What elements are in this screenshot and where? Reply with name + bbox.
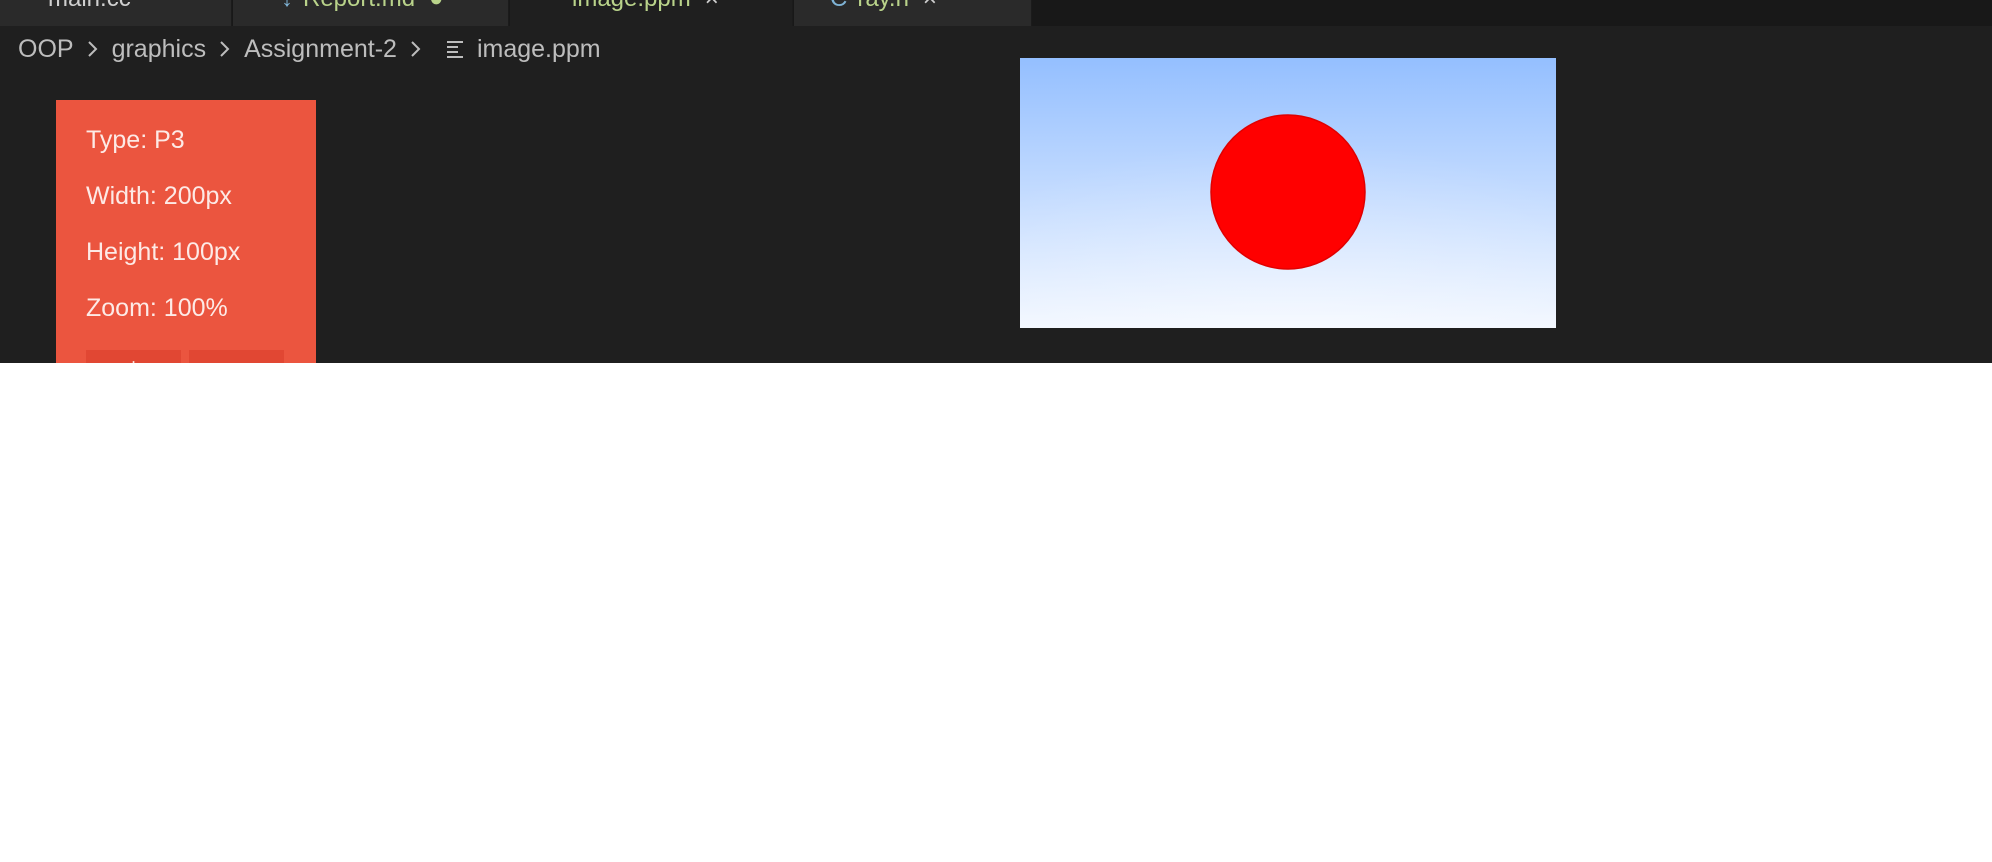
tab-label: main.cc [48, 0, 131, 12]
markdown-icon: ↓ [281, 0, 293, 12]
breadcrumb-item-graphics[interactable]: graphics [112, 35, 207, 64]
tab-image-ppm[interactable]: image.ppm × [510, 0, 793, 26]
image-height: Height: 100px [86, 238, 241, 266]
chevron-right-icon [220, 41, 230, 57]
ppm-image-preview [1020, 58, 1556, 328]
image-width: Width: 200px [86, 182, 232, 210]
zoom-in-button[interactable]: + [86, 350, 181, 363]
c-header-icon: C [830, 0, 847, 12]
tab-bar: main.cc ↓ Report.md ● image.ppm × Cray.h × [0, 0, 1992, 26]
close-icon[interactable]: × [923, 0, 937, 12]
tab-report-md[interactable]: ↓ Report.md ● [233, 0, 509, 26]
file-lines-icon [446, 40, 465, 58]
zoom-out-button[interactable]: − [189, 350, 284, 363]
red-sphere [1210, 114, 1366, 270]
chevron-right-icon [87, 41, 97, 57]
tab-main-cc[interactable]: main.cc [0, 0, 232, 26]
breadcrumb: OOP graphics Assignment-2 image.ppm [18, 32, 601, 66]
tab-label: image.ppm [572, 0, 691, 12]
tab-ray-h[interactable]: Cray.h × [794, 0, 1032, 26]
chevron-right-icon [411, 41, 421, 57]
unsaved-dot-icon: ● [429, 0, 444, 12]
breadcrumb-item-assignment-2[interactable]: Assignment-2 [244, 35, 397, 64]
tab-label: ray.h [857, 0, 909, 12]
zoom-level: Zoom: 100% [86, 294, 228, 322]
close-icon[interactable]: × [705, 0, 719, 12]
editor-window: main.cc ↓ Report.md ● image.ppm × Cray.h × O… [0, 0, 1992, 363]
tab-label: Report.md [303, 0, 415, 12]
image-type: Type: P3 [86, 126, 185, 154]
breadcrumb-item-oop[interactable]: OOP [18, 35, 74, 64]
breadcrumb-file[interactable]: image.ppm [477, 35, 601, 64]
image-info-panel: Type: P3 Width: 200px Height: 100px Zoom… [56, 100, 316, 363]
